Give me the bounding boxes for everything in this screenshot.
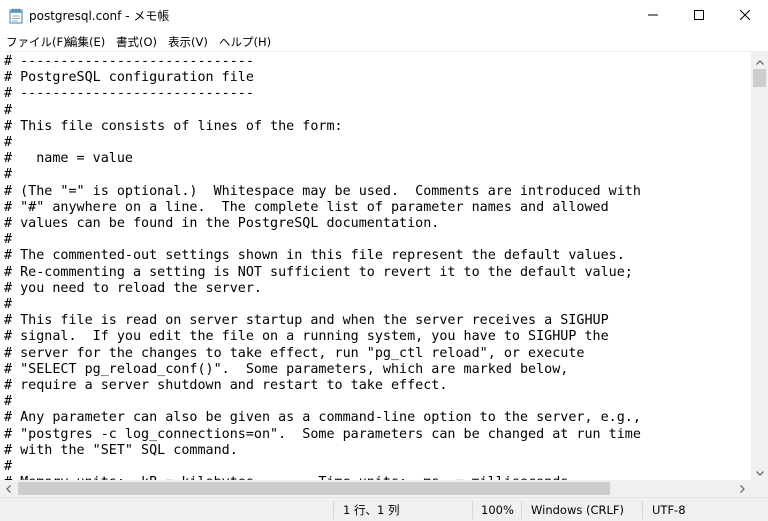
chevron-right-icon <box>740 482 745 496</box>
zoom-level: 100% <box>481 503 514 517</box>
menu-format[interactable]: 書式(O) <box>116 34 157 50</box>
scroll-right-button[interactable] <box>734 480 751 497</box>
maximize-button[interactable] <box>676 0 722 32</box>
menu-bar: ファイル(F) 編集(E) 書式(O) 表示(V) ヘルプ(H) <box>0 32 768 52</box>
text-line: # This file consists of lines of the for… <box>4 118 343 134</box>
chevron-down-icon <box>755 465 764 479</box>
text-line: # Re-commenting a setting is NOT suffici… <box>4 264 633 280</box>
horizontal-scroll-thumb[interactable] <box>18 482 610 495</box>
status-divider <box>472 501 473 519</box>
menu-view[interactable]: 表示(V) <box>168 34 208 50</box>
text-line: # server for the changes to take effect,… <box>4 345 585 361</box>
minimize-icon <box>648 9 658 23</box>
text-line: # signal. If you edit the file on a runn… <box>4 329 609 345</box>
text-line: # <box>4 394 13 410</box>
title-bar: postgresql.conf - メモ帳 <box>0 0 768 32</box>
scrollbar-corner <box>751 480 768 497</box>
text-line: # "SELECT pg_reload_conf()". Some parame… <box>4 361 569 377</box>
cursor-position: 1 行、1 列 <box>343 503 400 517</box>
status-divider <box>521 501 522 519</box>
text-line: # ----------------------------- <box>4 54 254 69</box>
vertical-scrollbar[interactable] <box>751 52 768 480</box>
status-divider <box>333 501 334 519</box>
chevron-left-icon <box>6 482 11 496</box>
notepad-icon <box>9 8 23 24</box>
minimize-button[interactable] <box>630 0 676 32</box>
line-ending: Windows (CRLF) <box>531 503 625 517</box>
text-line: # require a server shutdown and restart … <box>4 378 448 394</box>
text-line: # <box>4 135 13 151</box>
text-line: # "postgres -c log_connections=on". Some… <box>4 426 641 442</box>
vertical-scroll-thumb[interactable] <box>753 69 766 87</box>
encoding: UTF-8 <box>652 503 686 517</box>
close-button[interactable] <box>722 0 768 32</box>
scroll-left-button[interactable] <box>0 480 17 497</box>
menu-edit[interactable]: 編集(E) <box>66 34 105 50</box>
text-line: # (The "=" is optional.) Whitespace may … <box>4 183 641 199</box>
chevron-up-icon <box>755 54 764 68</box>
text-line: # ----------------------------- <box>4 86 254 102</box>
menu-help[interactable]: ヘルプ(H) <box>219 34 271 50</box>
editor-content[interactable]: # ----------------------------- # Postgre… <box>4 54 641 480</box>
status-divider <box>642 501 643 519</box>
text-line: # <box>4 102 13 118</box>
text-line: # This file is read on server startup an… <box>4 313 609 329</box>
text-line: # PostgreSQL configuration file <box>4 70 254 86</box>
text-line: # <box>4 232 13 248</box>
horizontal-scrollbar[interactable] <box>0 480 751 497</box>
text-line: # <box>4 167 13 183</box>
close-icon <box>739 9 751 23</box>
window-title: postgresql.conf - メモ帳 <box>29 9 170 23</box>
scroll-up-button[interactable] <box>751 52 768 69</box>
text-editor[interactable]: # ----------------------------- # Postgre… <box>0 52 751 480</box>
scroll-down-button[interactable] <box>751 463 768 480</box>
text-line: # The commented-out settings shown in th… <box>4 248 625 264</box>
text-line: # <box>4 297 13 313</box>
status-bar: 1 行、1 列 100% Windows (CRLF) UTF-8 <box>0 497 768 521</box>
menu-file[interactable]: ファイル(F) <box>6 34 68 50</box>
text-line: # you need to reload the server. <box>4 280 262 296</box>
text-line: # values can be found in the PostgreSQL … <box>4 216 440 232</box>
text-line: # <box>4 459 13 475</box>
text-line: # Any parameter can also be given as a c… <box>4 410 641 426</box>
text-line: # name = value <box>4 151 133 167</box>
text-line: # with the "SET" SQL command. <box>4 442 238 458</box>
maximize-icon <box>694 9 704 23</box>
text-line: # "#" anywhere on a line. The complete l… <box>4 199 609 215</box>
